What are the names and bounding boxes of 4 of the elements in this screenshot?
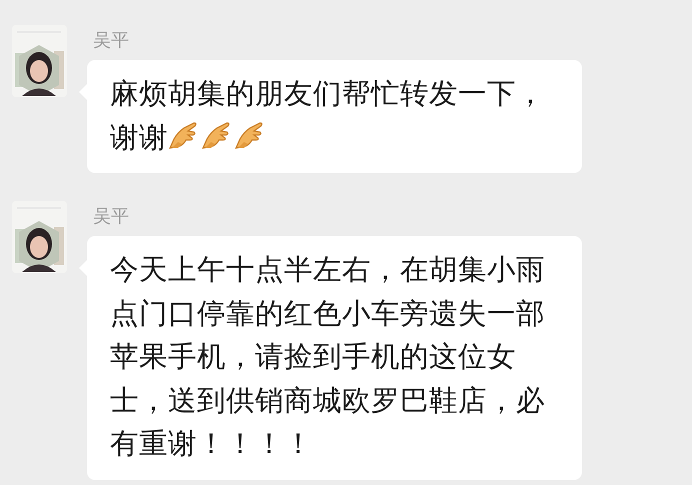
message-bubble: 麻烦胡集的朋友们帮忙转发一下，谢谢 — [87, 60, 582, 173]
sender-name: 吴平 — [93, 30, 129, 52]
sender-name: 吴平 — [93, 206, 129, 228]
message-bubble: 今天上午十点半左右，在胡集小雨点门口停靠的红色小车旁遗失一部苹果手机，请捡到手机的这位女士，送到供销商城欧罗巴鞋店，必有重谢！！！！ — [87, 236, 582, 480]
